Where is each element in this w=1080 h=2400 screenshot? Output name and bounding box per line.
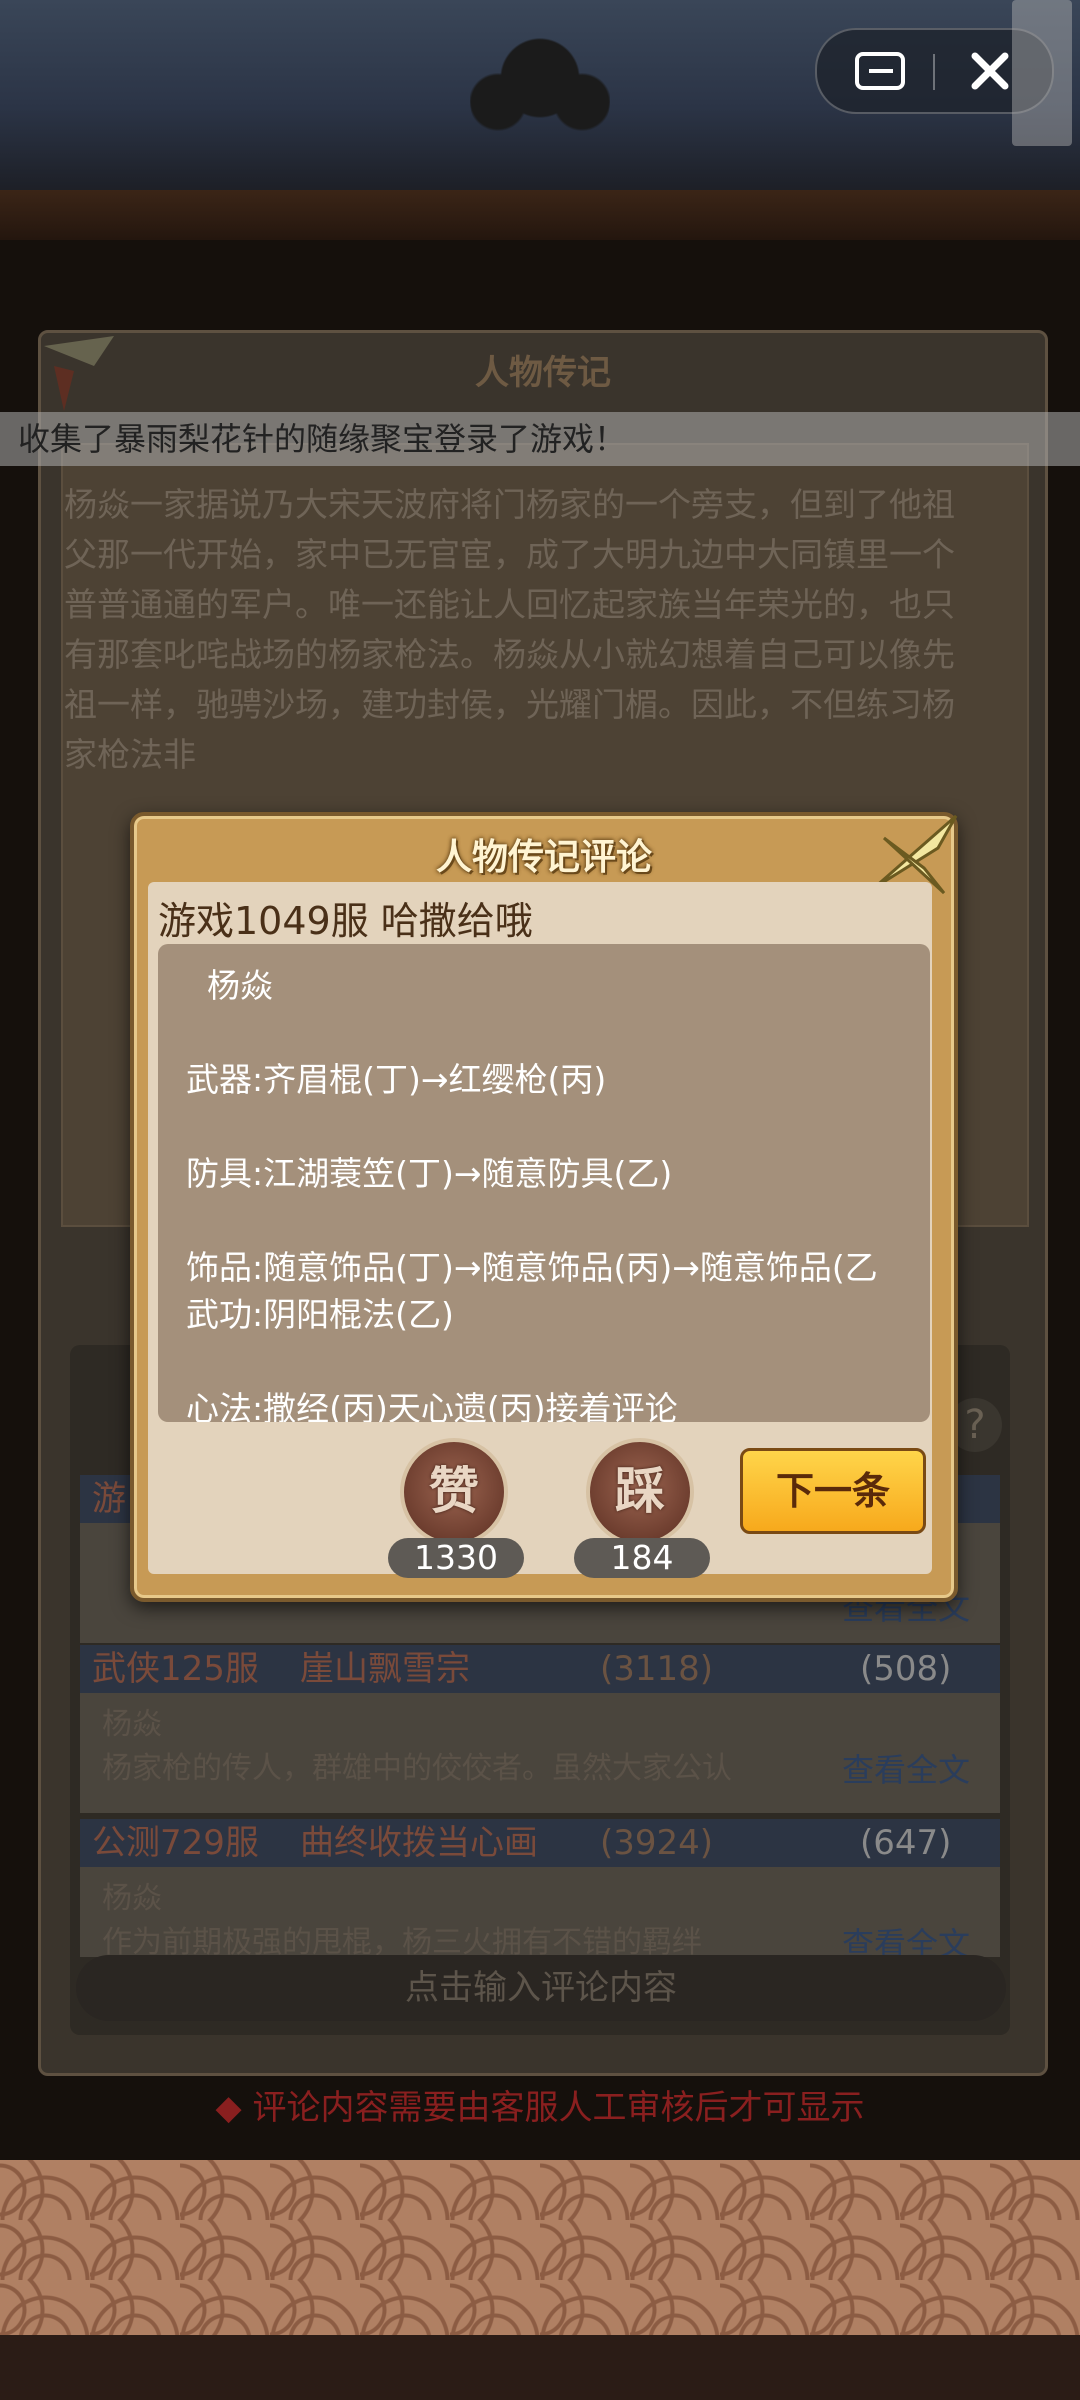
biography-text: 杨焱一家据说乃大宋天波府将门杨家的一个旁支，但到了他祖父那一代开始，家中已无官宦… bbox=[64, 485, 955, 774]
dislike-count: (508) bbox=[860, 1649, 952, 1689]
dislike-count: 184 bbox=[574, 1538, 710, 1578]
comment-header: 公测729服 曲终收拨当心画 (3924) (647) bbox=[80, 1819, 1000, 1867]
like-icon: 赞 bbox=[400, 1438, 508, 1546]
like-button[interactable]: 赞 1330 bbox=[388, 1438, 524, 1588]
dislike-button[interactable]: 踩 184 bbox=[574, 1438, 710, 1588]
biography-title: 人物传记 bbox=[475, 353, 611, 393]
next-comment-button[interactable]: 下一条 bbox=[740, 1448, 926, 1534]
comment-content: 杨焱 武器:齐眉棍(丁)→红缨枪(丙) 防具:江湖蓑笠(丁)→随意防具(乙) 饰… bbox=[186, 966, 878, 1422]
comment-player: 崖山飘雪宗 bbox=[300, 1649, 470, 1689]
floor-edge bbox=[0, 2335, 1080, 2400]
comment-server: 公测729服 bbox=[92, 1823, 259, 1863]
comment-header: 武侠125服 崖山飘雪宗 (3118) (508) bbox=[80, 1645, 1000, 1693]
comment-server: 游 bbox=[92, 1479, 126, 1519]
dialog-body: 游戏1049服 哈撒给哦 杨焱 武器:齐眉棍(丁)→红缨枪(丙) 防具:江湖蓑笠… bbox=[148, 882, 932, 1578]
dislike-icon: 踩 bbox=[586, 1438, 694, 1546]
comment-name: 杨焱 bbox=[102, 1707, 162, 1742]
like-count: (3924) bbox=[600, 1823, 714, 1863]
view-full-link[interactable]: 查看全文 bbox=[842, 1919, 970, 1957]
comment-text: 杨家枪的传人，群雄中的佼佼者。虽然大家公认 bbox=[102, 1751, 732, 1786]
ribbon-close-icon[interactable] bbox=[34, 326, 124, 416]
comment-author: 游戏1049服 哈撒给哦 bbox=[158, 899, 533, 943]
close-icon[interactable] bbox=[967, 48, 1013, 94]
comment-server: 武侠125服 bbox=[92, 1649, 259, 1689]
dislike-count: (647) bbox=[860, 1823, 952, 1863]
like-count: (3118) bbox=[600, 1649, 714, 1689]
comment-content-box[interactable]: 杨焱 武器:齐眉棍(丁)→红缨枪(丙) 防具:江湖蓑笠(丁)→随意防具(乙) 饰… bbox=[158, 944, 930, 1422]
comment-player: 曲终收拨当心画 bbox=[300, 1823, 538, 1863]
scroll-indicator[interactable] bbox=[1012, 0, 1072, 146]
comment-body: 杨焱 作为前期极强的甩棍，杨三火拥有不错的羁绊 查看全文 bbox=[80, 1867, 1000, 1957]
comment-name: 杨焱 bbox=[102, 1881, 162, 1916]
like-count: 1330 bbox=[388, 1538, 524, 1578]
comment-text: 作为前期极强的甩棍，杨三火拥有不错的羁绊 bbox=[102, 1925, 702, 1957]
roof-beam bbox=[0, 190, 1080, 240]
comment-input[interactable]: 点击输入评论内容 bbox=[76, 1955, 1006, 2021]
roof-ornament bbox=[470, 30, 610, 150]
dialog-title: 人物传记评论 bbox=[435, 837, 652, 878]
comment-dialog: 人物传记评论 游戏1049服 哈撒给哦 杨焱 武器:齐眉棍(丁)→红缨枪(丙) … bbox=[130, 812, 958, 1602]
review-notice: ◆ 评论内容需要由客服人工审核后才可显示 bbox=[215, 2088, 865, 2128]
announcement-banner: 收集了暴雨梨花针的随缘聚宝登录了游戏！ bbox=[0, 412, 1080, 466]
menu-icon[interactable] bbox=[855, 52, 905, 90]
view-full-link[interactable]: 查看全文 bbox=[842, 1745, 970, 1791]
controls-divider bbox=[933, 54, 935, 90]
comment-body: 杨焱 杨家枪的传人，群雄中的佼佼者。虽然大家公认 查看全文 bbox=[80, 1693, 1000, 1813]
